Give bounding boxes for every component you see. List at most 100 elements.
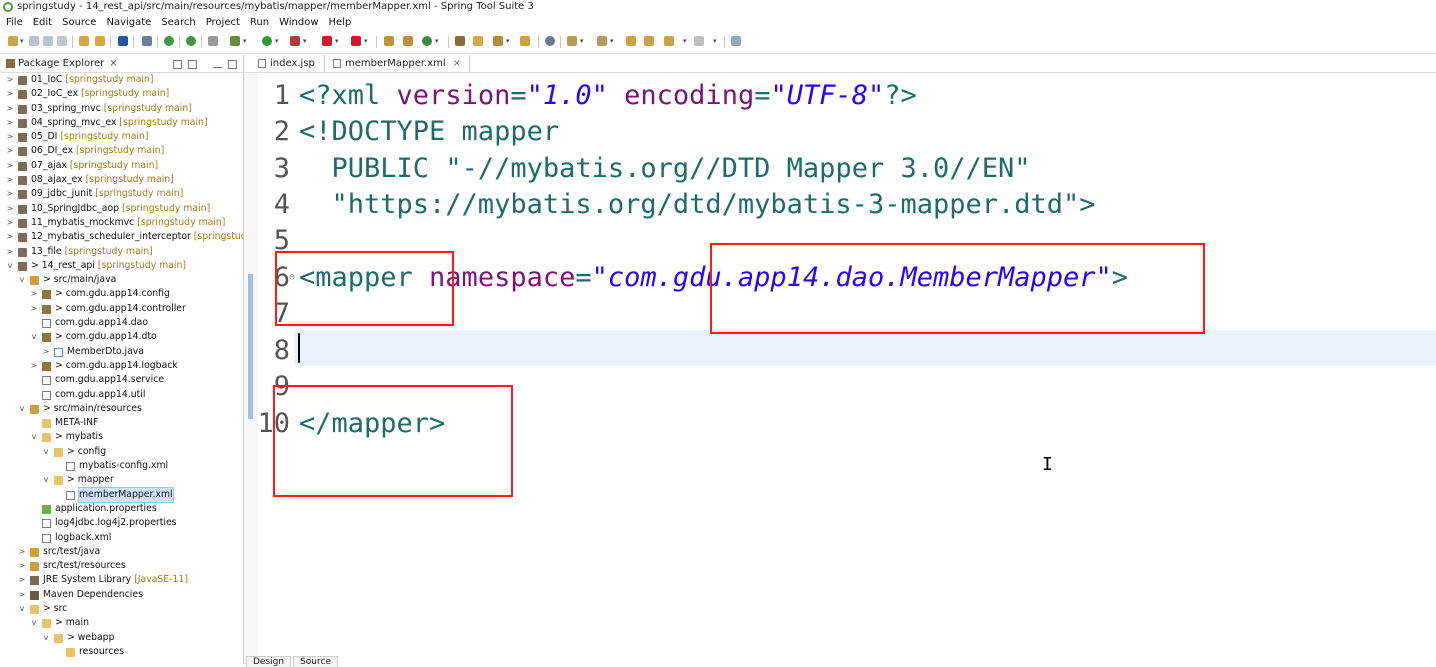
chevron-right-icon[interactable]: > [6,187,14,201]
minimize-icon[interactable] [213,67,222,69]
chevron-right-icon[interactable]: > [6,102,14,116]
tree-item[interactable]: com.gdu.app14.dao [0,316,243,330]
code-line[interactable]: 6 ⊖ <mapper namespace="com.gdu.app14.dao.M… [244,260,1436,296]
tree-item[interactable]: >01_IoC [springstudy main] [0,73,243,87]
menu-file[interactable]: File [0,14,28,31]
server-icon[interactable] [351,36,361,46]
menu-search[interactable]: Search [156,14,200,31]
tree-item[interactable]: resources [0,645,243,659]
chevron-right-icon[interactable]: > [6,159,14,173]
tab-index-jsp[interactable]: index.jsp [252,55,321,72]
chevron-down-icon[interactable]: v [42,631,50,645]
chevron-right-icon[interactable]: > [6,73,14,87]
tree-item[interactable]: logback.xml [0,531,243,545]
menu-navigate[interactable]: Navigate [101,14,156,31]
close-tab-icon[interactable]: × [453,58,461,69]
code-line[interactable]: 4 "https://mybatis.org/dtd/mybatis-3-map… [244,187,1436,223]
new-package-icon[interactable] [384,36,394,46]
tree-item[interactable]: >10_SpringJdbc_aop [springstudy main] [0,202,243,216]
forward-icon[interactable] [694,36,704,46]
chevron-right-icon[interactable]: > [6,144,14,158]
annotate-icon[interactable] [520,36,530,46]
debug-icon[interactable] [230,36,240,46]
coverage-icon[interactable] [290,36,300,46]
run-dropdown-icon[interactable]: ▾ [275,38,279,45]
collapse-all-icon[interactable] [173,60,182,69]
last-edit-icon[interactable] [626,36,636,46]
next-annotation-dropdown-icon[interactable]: ▾ [580,38,584,45]
menu-window[interactable]: Window [274,14,323,31]
chevron-right-icon[interactable]: > [18,559,26,573]
tree-item[interactable]: >04_spring_mvc_ex [springstudy main] [0,116,243,130]
tree-item[interactable]: application.properties [0,502,243,516]
chevron-right-icon[interactable]: > [18,588,26,602]
tree-item[interactable]: mybatis-config.xml [0,459,243,473]
tree-item[interactable]: v > config [0,445,243,459]
link-with-editor-icon[interactable] [188,60,197,69]
tree-item[interactable]: v > mybatis [0,430,243,444]
tree-item[interactable]: v > mapper [0,473,243,487]
console-icon[interactable] [118,36,128,46]
chevron-right-icon[interactable]: > [6,116,14,130]
tree-item[interactable]: > > com.gdu.app14.logback [0,359,243,373]
chevron-right-icon[interactable]: > [6,216,14,230]
chevron-down-icon[interactable]: v [18,402,26,416]
chevron-right-icon[interactable]: > [30,359,38,373]
tree-item[interactable]: > MemberDto.java [0,345,243,359]
tab-design[interactable]: Design [246,656,292,667]
tree-item[interactable]: com.gdu.app14.util [0,388,243,402]
chevron-right-icon[interactable]: > [6,230,14,244]
fold-toggle-icon[interactable]: ⊖ [289,260,295,296]
tree-item[interactable]: v > src [0,602,243,616]
chevron-down-icon[interactable]: v [18,273,26,287]
new-dropdown-icon[interactable]: ▾ [20,38,24,45]
tree-item[interactable]: > JRE System Library [JavaSE-11] [0,573,243,587]
tree-item[interactable]: >08_ajax_ex [springstudy main] [0,173,243,187]
open-type-icon[interactable] [79,36,89,46]
stop-icon[interactable] [322,36,332,46]
coverage-dropdown-icon[interactable]: ▾ [303,38,307,45]
stop-dropdown-icon[interactable]: ▾ [335,38,339,45]
skip-breakpoints-icon[interactable] [142,36,152,46]
tree-item[interactable]: >12_mybatis_scheduler_interceptor [sprin… [0,230,243,244]
tree-item[interactable]: > src/test/resources [0,559,243,573]
code-line[interactable]: 5 [244,223,1436,259]
code-line[interactable]: 10 </mapper> [244,406,1436,442]
chevron-down-icon[interactable]: v [42,445,50,459]
tree-item[interactable]: >03_spring_mvc [springstudy main] [0,102,243,116]
package-explorer-tab[interactable]: Package Explorer × [0,55,243,73]
tree-item[interactable]: v > src/main/java [0,273,243,287]
open-task-icon[interactable] [455,36,465,46]
maximize-icon[interactable] [228,60,237,69]
chevron-down-icon[interactable]: v [6,259,14,273]
tree-item[interactable]: v > webapp [0,631,243,645]
chevron-right-icon[interactable]: > [18,545,26,559]
code-line[interactable]: 9 [244,369,1436,405]
run-icon[interactable] [262,36,272,46]
code-line[interactable]: 2 <!DOCTYPE mapper [244,114,1436,150]
chevron-down-icon[interactable]: v [42,473,50,487]
chevron-down-icon[interactable]: v [30,330,38,344]
new-icon[interactable] [8,36,18,46]
new-wizard-icon[interactable] [422,36,432,46]
menu-help[interactable]: Help [324,14,357,31]
tree-item[interactable]: >11_mybatis_mockmvc [springstudy main] [0,216,243,230]
chevron-down-icon[interactable]: v [30,616,38,630]
close-icon[interactable]: × [109,58,117,69]
tree-item[interactable]: >13_file [springstudy main] [0,245,243,259]
tree-item[interactable]: log4jdbc.log4j2.properties [0,516,243,530]
save-icon[interactable] [29,36,39,46]
relaunch-icon[interactable] [186,36,196,46]
tree-item[interactable]: > Maven Dependencies [0,588,243,602]
menu-project[interactable]: Project [201,14,245,31]
pin-editor-icon[interactable] [731,36,741,46]
tab-membermapper-xml[interactable]: memberMapper.xml × [324,55,471,72]
chevron-right-icon[interactable]: > [30,287,38,301]
tree-item[interactable]: >02_IoC_ex [springstudy main] [0,87,243,101]
code-line[interactable]: 8 [244,333,1436,369]
chevron-right-icon[interactable]: > [42,345,50,359]
tree-item[interactable]: > > com.gdu.app14.controller [0,302,243,316]
tree-item[interactable]: >07_ajax [springstudy main] [0,159,243,173]
chevron-right-icon[interactable]: > [6,130,14,144]
back-icon[interactable] [664,36,674,46]
